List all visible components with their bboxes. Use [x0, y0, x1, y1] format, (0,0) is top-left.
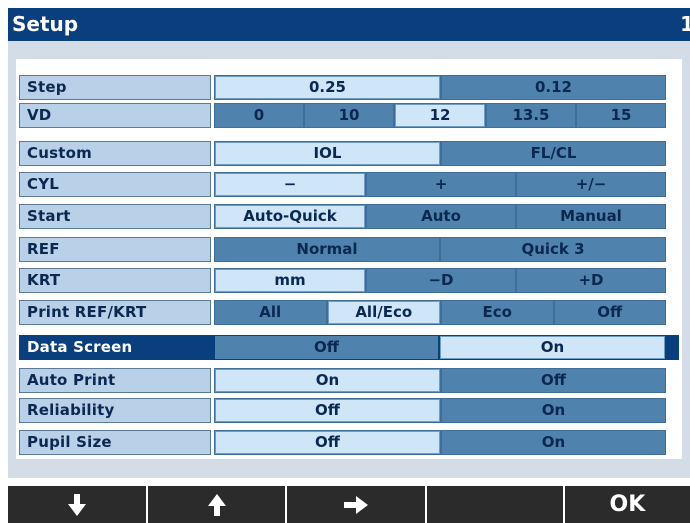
setting-option[interactable]: Auto-Quick [215, 205, 365, 228]
setting-options: Off On [214, 335, 666, 360]
setting-options: Auto-Quick Auto Manual [214, 204, 666, 229]
setting-label: Auto Print [19, 368, 211, 393]
setting-row[interactable]: CYL − + +/− [19, 172, 679, 197]
arrow-down-icon [68, 493, 87, 516]
setting-row[interactable]: Pupil Size Off On [19, 430, 679, 455]
setting-label: KRT [19, 268, 211, 293]
setting-option[interactable]: 10 [305, 104, 393, 127]
setting-row[interactable]: Reliability Off On [19, 398, 679, 423]
setting-option[interactable]: Quick 3 [441, 238, 665, 261]
setting-options: Normal Quick 3 [214, 237, 666, 262]
setting-option[interactable]: Normal [215, 238, 439, 261]
bottom-button-bar: OK [8, 486, 690, 523]
setting-label: Custom [19, 141, 211, 166]
down-button[interactable] [8, 486, 147, 523]
setting-option[interactable]: IOL [215, 142, 440, 165]
setting-options: Off On [214, 398, 666, 423]
setting-row[interactable]: REF Normal Quick 3 [19, 237, 679, 262]
setting-option[interactable]: Off [215, 399, 440, 422]
setting-options: 0.25 0.12 [214, 75, 666, 100]
setting-option[interactable]: 0 [215, 104, 303, 127]
setting-label: Print REF/KRT [19, 300, 211, 325]
setting-option[interactable]: All/Eco [327, 301, 440, 324]
title-bar: Setup 1 [8, 8, 690, 41]
ok-button[interactable]: OK [564, 486, 690, 523]
setting-options: IOL FL/CL [214, 141, 666, 166]
setting-option[interactable]: Off [215, 431, 440, 454]
setting-row[interactable]: Auto Print On Off [19, 368, 679, 393]
setting-label: VD [19, 103, 211, 128]
setting-option[interactable]: Eco [442, 301, 553, 324]
setting-row[interactable]: Print REF/KRT All All/Eco Eco Off [19, 300, 679, 325]
setting-options: On Off [214, 368, 666, 393]
page-number: 1 [680, 12, 690, 36]
up-button[interactable] [148, 486, 286, 523]
setting-option[interactable]: +/− [517, 173, 665, 196]
setting-option[interactable]: 15 [577, 104, 665, 127]
setting-option[interactable]: + [367, 173, 515, 196]
setting-label: Start [19, 204, 211, 229]
setting-option[interactable]: −D [367, 269, 515, 292]
setting-row[interactable]: KRT mm −D +D [19, 268, 679, 293]
setting-options: All All/Eco Eco Off [214, 300, 666, 325]
setting-option[interactable]: +D [517, 269, 665, 292]
blank-button[interactable] [426, 486, 563, 523]
setting-label: Reliability [19, 398, 211, 423]
setting-options: mm −D +D [214, 268, 666, 293]
setting-option[interactable]: 0.25 [215, 76, 440, 99]
setting-label: CYL [19, 172, 211, 197]
setting-option[interactable]: On [442, 431, 665, 454]
ok-button-label: OK [609, 492, 646, 517]
setting-option[interactable]: All [215, 301, 326, 324]
setting-options: 0 10 12 13.5 15 [214, 103, 666, 128]
window-title: Setup [12, 12, 79, 36]
setting-row[interactable]: Step 0.25 0.12 [19, 75, 679, 100]
setting-option[interactable]: Manual [517, 205, 665, 228]
setting-label: Pupil Size [19, 430, 211, 455]
setting-option[interactable]: 0.12 [442, 76, 665, 99]
setting-option[interactable]: Off [215, 336, 438, 359]
setting-row[interactable]: Data Screen Off On [19, 335, 679, 360]
setting-option[interactable]: On [215, 369, 440, 392]
setting-option[interactable]: mm [215, 269, 365, 292]
setting-option[interactable]: Off [442, 369, 665, 392]
setting-option[interactable]: − [215, 173, 365, 196]
setting-label: Data Screen [19, 335, 211, 360]
setting-label: REF [19, 237, 211, 262]
setting-row[interactable]: Start Auto-Quick Auto Manual [19, 204, 679, 229]
setting-options: Off On [214, 430, 666, 455]
setting-label: Step [19, 75, 211, 100]
setting-option[interactable]: On [442, 399, 665, 422]
setting-options: − + +/− [214, 172, 666, 197]
setting-option[interactable]: FL/CL [442, 142, 665, 165]
setting-option[interactable]: On [440, 336, 665, 359]
arrow-right-icon [343, 495, 368, 514]
setting-option[interactable]: Off [554, 301, 665, 324]
setting-option[interactable]: Auto [367, 205, 515, 228]
setting-option[interactable]: 13.5 [487, 104, 575, 127]
setting-option[interactable]: 12 [395, 104, 485, 127]
arrow-up-icon [207, 493, 226, 516]
setting-row[interactable]: VD 0 10 12 13.5 15 [19, 103, 679, 128]
right-button[interactable] [287, 486, 425, 523]
setting-row[interactable]: Custom IOL FL/CL [19, 141, 679, 166]
